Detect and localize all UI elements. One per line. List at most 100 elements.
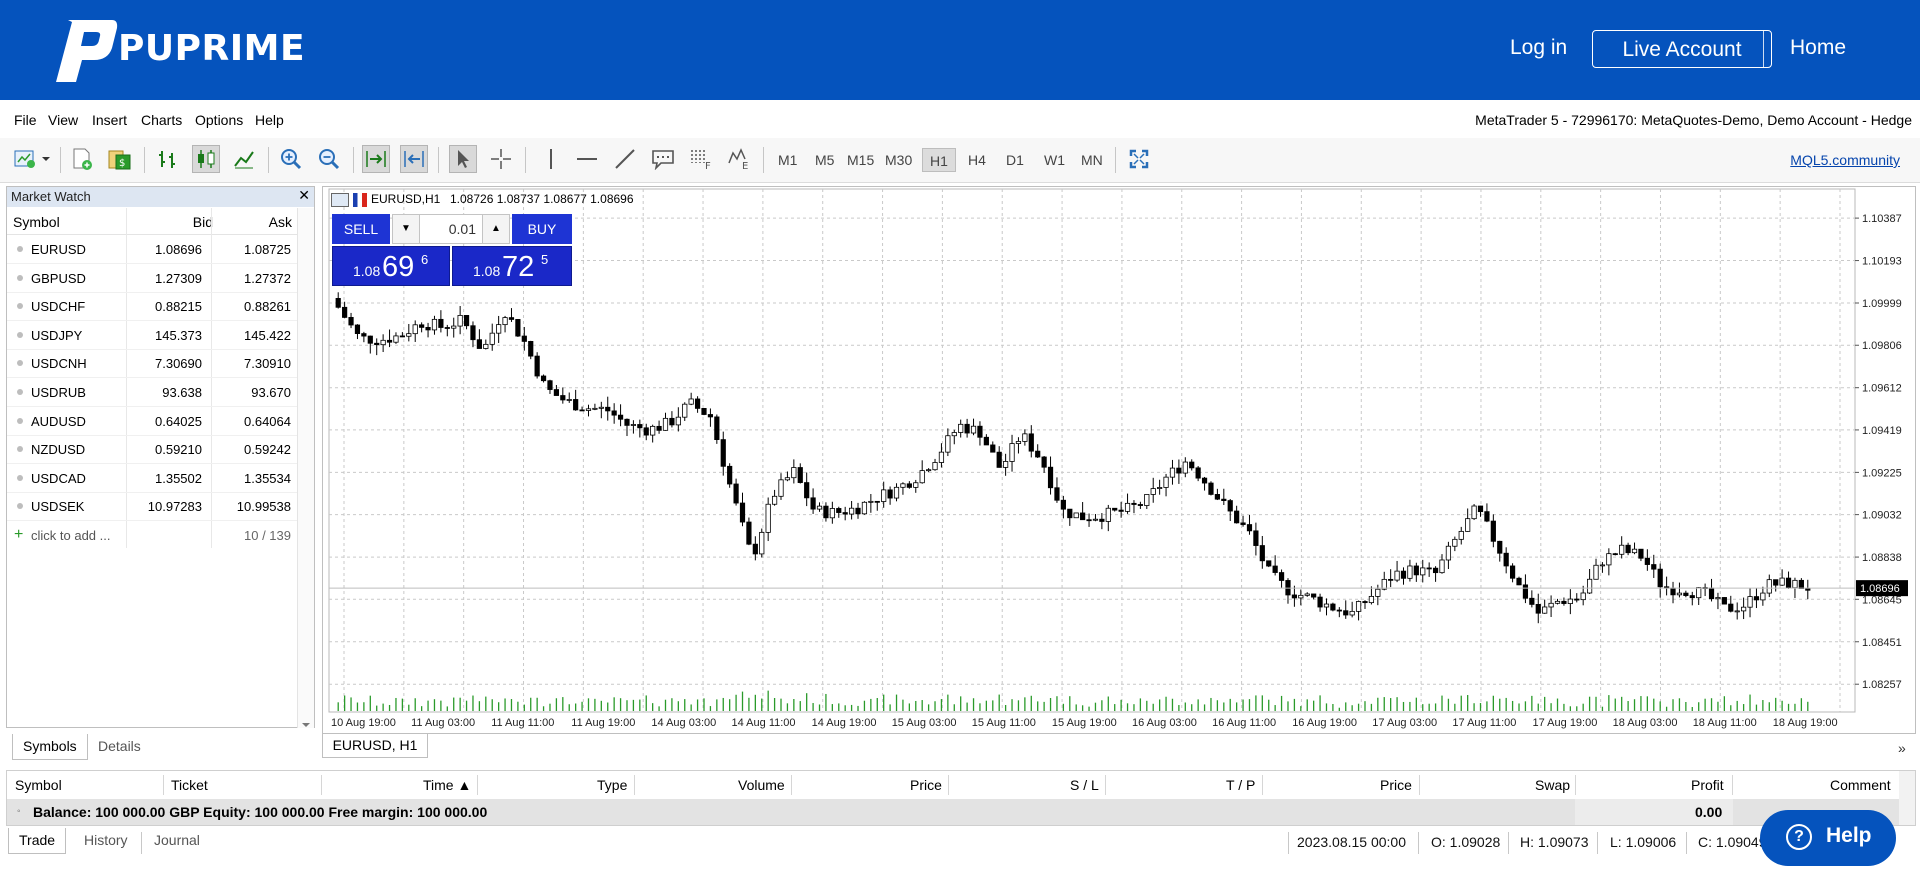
list-item[interactable]: NZDUSD 0.59210 0.59242 — [7, 435, 297, 465]
buy-price-box[interactable]: 1.08 72 5 — [452, 246, 572, 286]
tab-journal[interactable]: Journal — [144, 828, 210, 854]
symbol-bid: 0.88215 — [155, 299, 202, 315]
menu-options[interactable]: Options — [195, 112, 243, 128]
col-comment[interactable]: Comment — [1830, 771, 1891, 799]
list-item[interactable]: GBPUSD 1.27309 1.27372 — [7, 264, 297, 293]
col-profit[interactable]: Profit — [1691, 771, 1724, 799]
col-price[interactable]: Price — [910, 771, 942, 799]
tab-trade[interactable]: Trade — [8, 828, 67, 854]
col-swap[interactable]: Swap — [1535, 771, 1570, 799]
timeframe-m15[interactable]: M15 — [843, 148, 878, 172]
volume-down-button[interactable]: ▼ — [392, 214, 420, 244]
balance-row[interactable]: ◦ Balance: 100 000.00 GBP Equity: 100 00… — [7, 799, 1901, 825]
puprime-logo-icon[interactable] — [48, 18, 118, 84]
live-account-button[interactable]: Live Account — [1592, 30, 1772, 68]
menu-charts[interactable]: Charts — [141, 112, 182, 128]
algo-trading-icon[interactable]: $ — [106, 145, 134, 173]
list-item[interactable]: USDRUB 93.638 93.670 — [7, 378, 297, 407]
fibonacci-icon[interactable]: F — [687, 145, 715, 173]
zoom-in-icon[interactable] — [277, 145, 305, 173]
column-symbol[interactable]: Symbol — [13, 214, 60, 230]
timeframe-h1[interactable]: H1 — [922, 148, 956, 172]
crosshair-icon[interactable] — [487, 145, 515, 173]
vertical-line-icon[interactable] — [537, 145, 565, 173]
list-item[interactable]: USDSEK 10.97283 10.99538 — [7, 492, 297, 522]
chart-window-icon[interactable] — [331, 193, 349, 207]
sell-price-box[interactable]: 1.08 69 6 — [332, 246, 450, 286]
timeframe-m5[interactable]: M5 — [811, 148, 838, 172]
login-link[interactable]: Log in — [1510, 36, 1567, 60]
timeframe-mn[interactable]: MN — [1077, 148, 1107, 172]
bar-chart-icon[interactable] — [154, 145, 182, 173]
col-take-profit[interactable]: T / P — [1226, 771, 1255, 799]
chevron-right-icon[interactable]: » — [1898, 740, 1906, 756]
col-ticket[interactable]: Ticket — [171, 771, 208, 799]
auto-scroll-icon[interactable] — [362, 145, 390, 173]
volume-up-button[interactable]: ▲ — [482, 214, 510, 244]
chevron-down-icon[interactable] — [38, 145, 54, 173]
brand-name[interactable]: PUPRIME — [118, 28, 305, 69]
col-price-current[interactable]: Price — [1380, 771, 1412, 799]
add-symbol-row[interactable]: + click to add ... 10 / 139 — [7, 521, 297, 549]
col-time[interactable]: Time ▲ — [423, 771, 471, 799]
menu-file[interactable]: File — [14, 112, 37, 128]
horizontal-line-icon[interactable] — [573, 145, 601, 173]
cursor-icon[interactable] — [449, 145, 477, 173]
new-chart-icon[interactable] — [12, 145, 40, 173]
collapse-icon[interactable]: ◦ — [17, 799, 21, 825]
zoom-out-icon[interactable] — [315, 145, 343, 173]
chart-shift-icon[interactable] — [400, 145, 428, 173]
column-bid[interactable]: Bid — [193, 214, 213, 230]
new-order-icon[interactable] — [68, 145, 96, 173]
timeframe-m1[interactable]: M1 — [774, 148, 801, 172]
help-button[interactable]: ? Help — [1760, 810, 1896, 866]
list-item[interactable]: USDCNH 7.30690 7.30910 — [7, 349, 297, 379]
col-symbol[interactable]: Symbol — [15, 771, 62, 799]
timeframe-w1[interactable]: W1 — [1040, 148, 1069, 172]
elliott-wave-icon[interactable]: E — [725, 145, 753, 173]
sell-button[interactable]: SELL — [332, 214, 390, 244]
list-item[interactable]: USDJPY 145.373 145.422 — [7, 321, 297, 350]
trendline-icon[interactable] — [611, 145, 639, 173]
col-stop-loss[interactable]: S / L — [1070, 771, 1099, 799]
candle-bullish — [1105, 507, 1111, 522]
list-item[interactable]: USDCAD 1.35502 1.35534 — [7, 464, 297, 493]
menu-view[interactable]: View — [48, 112, 78, 128]
x-tick-label: 17 Aug 19:00 — [1533, 717, 1598, 729]
volume-input[interactable]: 0.01 — [420, 214, 482, 244]
toolbox-scrollbar[interactable] — [1899, 771, 1915, 825]
chart-tab-eurusd[interactable]: EURUSD, H1 — [322, 734, 428, 758]
candlestick-icon[interactable] — [192, 145, 220, 173]
mql5-community-link[interactable]: MQL5.community — [1790, 152, 1900, 168]
list-item[interactable]: AUDUSD 0.64025 0.64064 — [7, 407, 297, 436]
candle-bullish — [849, 507, 855, 515]
timeframe-d1[interactable]: D1 — [1002, 148, 1028, 172]
candle-bearish — [1497, 540, 1503, 554]
market-watch-scrollbar[interactable] — [297, 208, 314, 728]
y-tick-label: 1.09419 — [1862, 425, 1902, 437]
symbol-status-icon — [17, 274, 23, 281]
candle-bearish — [1028, 433, 1034, 452]
list-item[interactable]: EURUSD 1.08696 1.08725 — [7, 235, 297, 264]
text-label-icon[interactable] — [649, 145, 677, 173]
home-link[interactable]: Home — [1790, 36, 1846, 60]
line-chart-icon[interactable] — [230, 145, 258, 173]
tab-symbols[interactable]: Symbols — [12, 734, 88, 760]
close-icon[interactable]: ✕ — [298, 187, 310, 204]
tab-history[interactable]: History — [74, 828, 138, 854]
symbol-bid: 7.30690 — [155, 356, 202, 372]
buy-price-prefix: 1.08 — [473, 263, 501, 279]
timeframe-m30[interactable]: M30 — [881, 148, 916, 172]
col-type[interactable]: Type — [597, 771, 627, 799]
tab-details[interactable]: Details — [88, 734, 151, 760]
menu-help[interactable]: Help — [255, 112, 284, 128]
candle-bullish — [1599, 564, 1606, 567]
menu-insert[interactable]: Insert — [92, 112, 127, 128]
col-volume[interactable]: Volume — [738, 771, 785, 799]
buy-button[interactable]: BUY — [512, 214, 572, 244]
fullscreen-icon[interactable] — [1125, 145, 1153, 173]
chart-window[interactable]: 10 Aug 19:00 11 Aug 03:00 11 Aug 11:00 11 A… — [322, 186, 1916, 734]
list-item[interactable]: USDCHF 0.88215 0.88261 — [7, 292, 297, 322]
column-ask[interactable]: Ask — [269, 214, 292, 230]
timeframe-h4[interactable]: H4 — [964, 148, 990, 172]
